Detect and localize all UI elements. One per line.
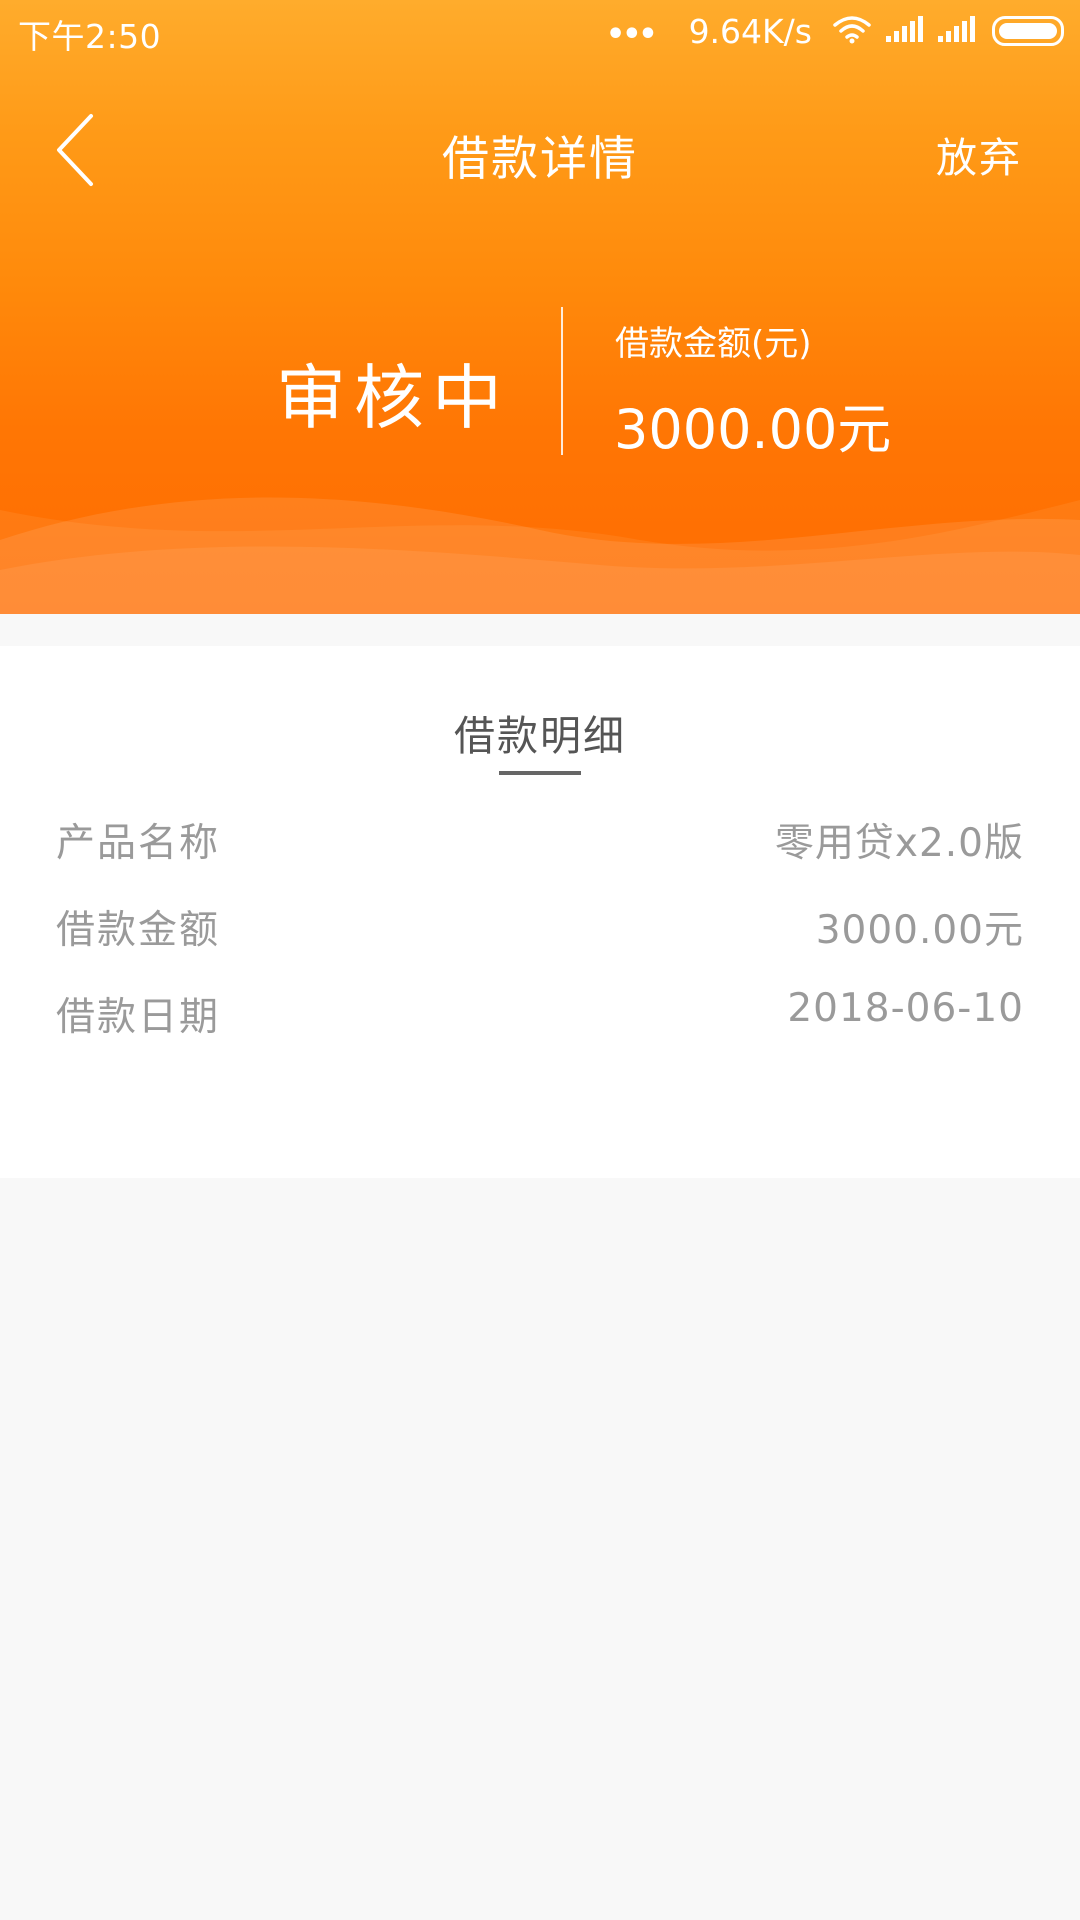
header-banner: 下午2:50 ••• 9.64K/s 借款详情 放弃 审核中 借款金额(元) 3…	[0, 0, 1080, 614]
abandon-button[interactable]: 放弃	[936, 124, 1022, 184]
loan-detail-card: 借款明细 产品名称 零用贷x2.0版 借款金额 3000.00元 借款日期 20…	[0, 646, 1080, 1178]
row-value: 3000.00元	[815, 908, 1024, 953]
page-title: 借款详情	[442, 132, 638, 187]
battery-icon	[992, 16, 1064, 46]
amount-label: 借款金额(元)	[615, 324, 812, 364]
detail-row-product: 产品名称 零用贷x2.0版	[56, 812, 1024, 872]
loan-status-text: 审核中	[276, 357, 510, 439]
nav-bar: 借款详情 放弃	[0, 90, 1080, 210]
vertical-divider	[561, 307, 563, 455]
status-time: 下午2:50	[18, 17, 162, 56]
signal-icon	[884, 14, 924, 48]
loan-status: 审核中	[0, 342, 540, 443]
detail-row-date: 借款日期 2018-06-10	[56, 986, 1024, 1046]
row-label: 借款日期	[56, 995, 221, 1040]
amount-value: 3000.00元	[614, 398, 892, 461]
detail-row-amount: 借款金额 3000.00元	[56, 899, 1024, 959]
row-label: 产品名称	[56, 821, 221, 866]
status-bar: 下午2:50 ••• 9.64K/s	[0, 0, 1080, 62]
more-dots: •••	[606, 16, 658, 52]
detail-section-title: 借款明细	[454, 712, 626, 760]
wave-decoration	[0, 497, 1080, 614]
network-speed: 9.64K/s	[688, 11, 812, 51]
signal-icon	[936, 14, 976, 48]
row-value: 零用贷x2.0版	[774, 821, 1024, 866]
wifi-icon	[832, 14, 872, 48]
row-label: 借款金额	[56, 908, 221, 953]
title-underline	[499, 771, 581, 775]
status-indicators: ••• 9.64K/s	[606, 10, 1064, 52]
row-value: 2018-06-10	[787, 986, 1024, 1031]
